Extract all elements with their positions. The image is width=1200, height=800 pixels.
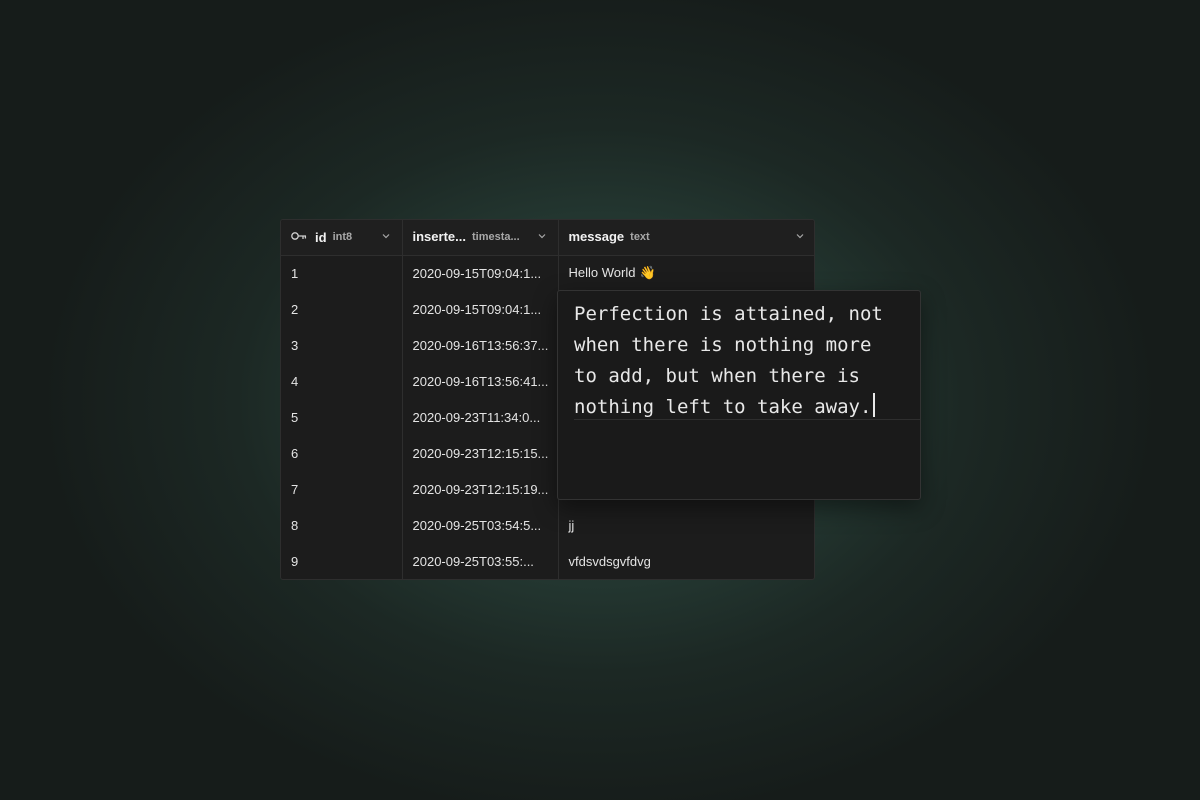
cell-message-text: Hello World [568, 265, 636, 281]
cell-inserted-at[interactable]: 2020-09-15T09:04:1... [402, 255, 559, 291]
header-row: id int8 inserte... timesta... message te… [281, 220, 814, 256]
column-header-id-content: id int8 [291, 230, 352, 245]
cell-id[interactable]: 7 [281, 471, 403, 507]
table-row[interactable]: 1 2020-09-15T09:04:1... Hello World 👋 [281, 255, 814, 291]
table-row[interactable]: 8 2020-09-25T03:54:5... jj [281, 507, 814, 543]
cell-id[interactable]: 9 [281, 543, 403, 579]
cell-message[interactable]: vfdsvdsgvfdvg [558, 543, 814, 579]
column-type-id: int8 [332, 231, 353, 244]
cell-id[interactable]: 3 [281, 327, 403, 363]
cell-inserted-at[interactable]: 2020-09-16T13:56:41... [402, 363, 559, 399]
column-header-inserted-at-content: inserte... timesta... [413, 229, 520, 244]
cell-id[interactable]: 8 [281, 507, 403, 543]
cell-inserted-at[interactable]: 2020-09-25T03:55:... [402, 543, 559, 579]
column-name-message: message [568, 229, 625, 245]
cell-editor-popover[interactable]: Perfection is attained, not when there i… [557, 290, 921, 500]
column-header-id[interactable]: id int8 [281, 220, 403, 256]
cell-message[interactable]: jj [558, 507, 814, 543]
cell-id[interactable]: 6 [281, 435, 403, 471]
cell-inserted-at[interactable]: 2020-09-23T12:15:19... [402, 471, 559, 507]
cell-inserted-at[interactable]: 2020-09-16T13:56:37... [402, 327, 559, 363]
column-type-inserted-at: timesta... [471, 230, 520, 243]
cell-inserted-at[interactable]: 2020-09-23T11:34:0... [402, 399, 559, 435]
cell-id[interactable]: 2 [281, 291, 403, 327]
table-row[interactable]: 9 2020-09-25T03:55:... vfdsvdsgvfdvg [281, 543, 814, 579]
cell-id[interactable]: 5 [281, 399, 403, 435]
editor-divider [574, 419, 920, 420]
cell-inserted-at[interactable]: 2020-09-23T12:15:15... [402, 435, 559, 471]
chevron-down-icon[interactable] [536, 230, 548, 242]
cell-id[interactable]: 4 [281, 363, 403, 399]
column-name-id: id [315, 229, 327, 245]
column-name-inserted-at: inserte... [412, 229, 466, 245]
cell-inserted-at[interactable]: 2020-09-15T09:04:1... [402, 291, 559, 327]
column-header-inserted-at[interactable]: inserte... timesta... [402, 220, 559, 256]
cell-inserted-at[interactable]: 2020-09-25T03:54:5... [402, 507, 559, 543]
message-textarea-value: Perfection is attained, not when there i… [574, 303, 895, 418]
key-icon [291, 232, 307, 241]
column-type-message: text [630, 230, 650, 243]
message-textarea[interactable]: Perfection is attained, not when there i… [574, 299, 904, 423]
column-header-message[interactable]: message text [558, 220, 814, 256]
cell-message[interactable]: Hello World 👋 [558, 255, 814, 291]
chevron-down-icon[interactable] [794, 230, 806, 242]
cell-id[interactable]: 1 [281, 255, 403, 291]
waving-hand-icon: 👋 [639, 265, 656, 281]
chevron-down-icon[interactable] [380, 230, 392, 242]
column-header-message-content: message text [569, 229, 650, 244]
text-caret [873, 393, 876, 417]
